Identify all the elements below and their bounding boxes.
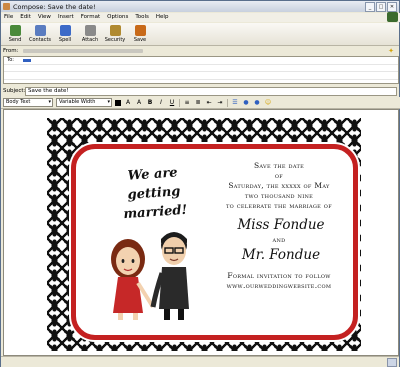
- insert-image-icon[interactable]: ●: [242, 99, 250, 107]
- window-title: Compose: Save the date!: [13, 2, 96, 11]
- menu-view[interactable]: View: [38, 13, 51, 22]
- recipient-list[interactable]: To:: [3, 56, 399, 84]
- groom-figure: [150, 232, 189, 320]
- date-text: Saturday, the xxxxx of May: [228, 181, 330, 190]
- left-caption: We are getting married!: [122, 165, 188, 223]
- send-icon: [9, 25, 21, 36]
- invitation-note: Formal invitation to follow: [227, 271, 331, 280]
- status-bar: [1, 356, 399, 367]
- toolbar-divider: [227, 98, 228, 107]
- recipient-row-empty[interactable]: [4, 80, 398, 87]
- menu-insert[interactable]: Insert: [58, 13, 74, 22]
- status-resize-handle[interactable]: [387, 358, 397, 367]
- subject-label: Subject:: [3, 88, 26, 94]
- and-text: and: [272, 235, 286, 244]
- compose-window: Compose: Save the date! _ □ ✕ File Edit …: [0, 0, 400, 367]
- align-icon[interactable]: ☰: [231, 99, 239, 107]
- smiley-icon[interactable]: ☺: [264, 99, 272, 107]
- smaller-font-icon[interactable]: A: [124, 99, 132, 107]
- toolbar-divider: [179, 98, 180, 107]
- subject-row: Subject: Save the date!: [3, 86, 397, 96]
- security-icon: [109, 25, 121, 36]
- maximize-button[interactable]: □: [376, 2, 386, 12]
- title-bar: Compose: Save the date! _ □ ✕: [1, 1, 399, 12]
- attach-button[interactable]: Attach: [79, 23, 101, 45]
- menu-edit[interactable]: Edit: [20, 13, 31, 22]
- recipient-row-empty[interactable]: [4, 72, 398, 80]
- attach-icon: [84, 25, 96, 36]
- text-color-button[interactable]: [115, 99, 121, 106]
- contacts-button[interactable]: Contacts: [29, 23, 51, 45]
- menu-bar: File Edit View Insert Format Options Too…: [1, 12, 400, 22]
- throbber-icon: [387, 12, 398, 22]
- spell-button[interactable]: Spell: [54, 23, 76, 45]
- larger-font-icon[interactable]: A: [135, 99, 143, 107]
- underline-button[interactable]: U: [168, 99, 176, 107]
- menu-file[interactable]: File: [4, 13, 13, 22]
- year-text: two thousand nine: [244, 191, 314, 200]
- groom-name: Mr. Fondue: [241, 247, 321, 263]
- outdent-icon[interactable]: ⇤: [205, 99, 213, 107]
- close-button[interactable]: ✕: [387, 2, 397, 12]
- recipient-row-empty[interactable]: [4, 65, 398, 72]
- indent-icon[interactable]: ⇥: [216, 99, 224, 107]
- save-button[interactable]: Save: [129, 23, 151, 45]
- to-label: To:: [7, 57, 14, 64]
- invitation-card: We are getting married! Save the date of…: [71, 144, 358, 340]
- insert-link-icon[interactable]: ●: [253, 99, 261, 107]
- message-body[interactable]: We are getting married! Save the date of…: [3, 109, 399, 356]
- contacts-icon: [34, 25, 46, 36]
- bride-name: Miss Fondue: [237, 217, 325, 233]
- numbered-list-icon[interactable]: ≣: [194, 99, 202, 107]
- font-select[interactable]: Variable Width: [56, 98, 112, 107]
- window-controls: _ □ ✕: [365, 2, 397, 12]
- paragraph-style-select[interactable]: Body Text: [3, 98, 53, 107]
- address-area: From: ✦ To:: [1, 46, 399, 84]
- from-label: From:: [3, 47, 19, 54]
- celebrate-text: to celebrate the marriage of: [226, 201, 332, 210]
- security-button[interactable]: Security: [104, 23, 126, 45]
- bold-button[interactable]: B: [146, 99, 154, 107]
- spell-icon: [59, 25, 71, 36]
- menu-help[interactable]: Help: [156, 13, 169, 22]
- star-icon: ✦: [388, 47, 394, 55]
- app-icon: [3, 3, 10, 10]
- bride-figure: [111, 239, 155, 320]
- recipient-field[interactable]: [23, 58, 31, 62]
- menu-tools[interactable]: Tools: [135, 13, 149, 22]
- minimize-button[interactable]: _: [365, 2, 375, 12]
- menu-format[interactable]: Format: [81, 13, 100, 22]
- format-toolbar: Body Text Variable Width A A B I U ≡ ≣ ⇤…: [1, 97, 400, 109]
- of-text: of: [274, 171, 284, 180]
- save-the-date-text: Save the date: [253, 161, 305, 170]
- save-icon: [134, 25, 146, 36]
- bullet-list-icon[interactable]: ≡: [183, 99, 191, 107]
- from-select[interactable]: [23, 48, 143, 53]
- toolbar: Send Contacts Spell Attach Security Save: [1, 23, 399, 46]
- italic-button[interactable]: I: [157, 99, 165, 107]
- from-row: From: ✦: [3, 47, 397, 55]
- couple-illustration: [111, 232, 189, 320]
- send-button[interactable]: Send: [4, 23, 26, 45]
- recipient-row[interactable]: To:: [4, 57, 398, 65]
- menu-options[interactable]: Options: [107, 13, 128, 22]
- website-text: www.ourweddingwebsite.com: [226, 281, 332, 290]
- subject-input[interactable]: Save the date!: [25, 86, 397, 96]
